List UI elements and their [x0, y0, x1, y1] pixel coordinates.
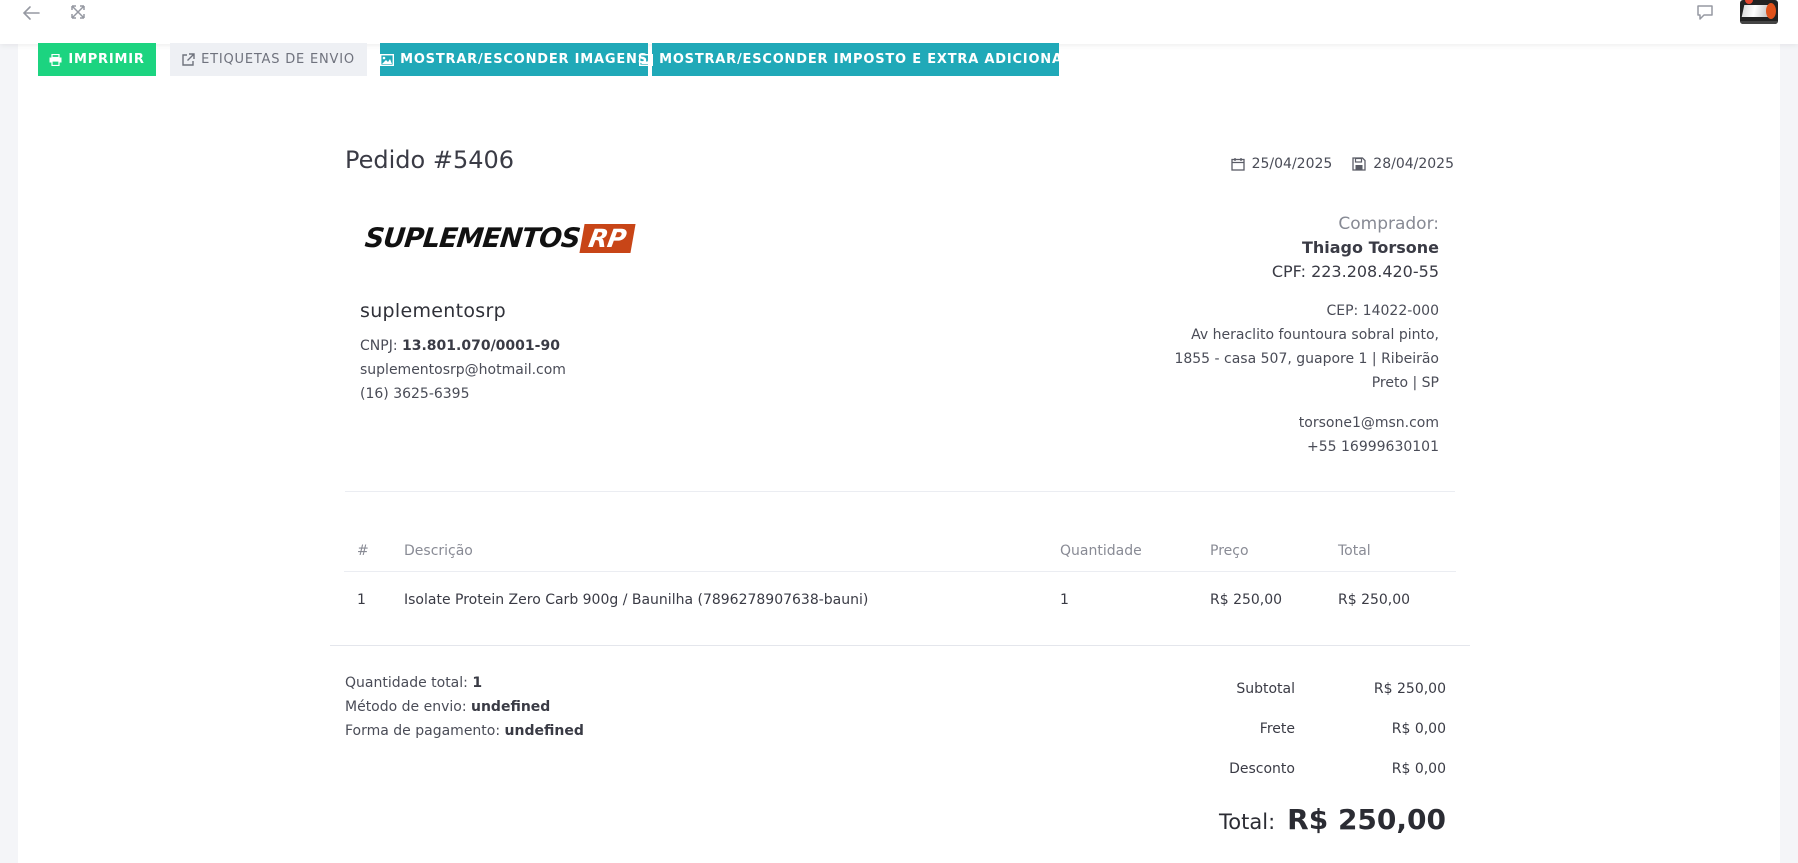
store-cnpj: CNPJ: 13.801.070/0001-90 [360, 338, 560, 354]
buyer-contact: torsone1@msn.com +55 16999630101 [1299, 411, 1439, 459]
total-value: R$ 250,00 [1287, 803, 1446, 836]
print-label: IMPRIMIR [68, 52, 145, 67]
divider [345, 491, 1455, 492]
total-label: Total: [1219, 810, 1276, 834]
date-saved: 28/04/2025 [1373, 156, 1454, 172]
col-number: # [357, 542, 369, 559]
subtotal-row: Subtotal R$ 250,00 [1135, 681, 1446, 697]
toolbar: IMPRIMIR ETIQUETAS DE ENVIO MOSTRAR/ESCO… [38, 43, 1071, 76]
shipping-labels-label: ETIQUETAS DE ENVIO [201, 52, 355, 67]
row-number: 1 [357, 591, 366, 608]
image-icon [639, 53, 654, 66]
shipping-labels-button[interactable]: ETIQUETAS DE ENVIO [170, 43, 367, 76]
avatar[interactable] [1740, 0, 1778, 24]
col-quantity: Quantidade [1060, 542, 1142, 559]
divider [330, 645, 1470, 646]
logo-text: SUPLEMENTOS [363, 223, 582, 254]
address-line: Av heraclito fountoura sobral pinto, [1191, 327, 1439, 343]
print-button[interactable]: IMPRIMIR [38, 43, 156, 76]
chat-icon[interactable] [1694, 1, 1716, 23]
discount-row: Desconto R$ 0,00 [1135, 761, 1446, 777]
toggle-images-button[interactable]: MOSTRAR/ESCONDER IMAGENS [380, 43, 648, 76]
external-link-icon [182, 53, 195, 66]
toggle-images-label: MOSTRAR/ESCONDER IMAGENS [400, 52, 648, 67]
order-summary: Quantidade total: 1 Método de envio: und… [345, 671, 584, 743]
row-quantity: 1 [1060, 591, 1069, 608]
printer-icon [49, 53, 62, 66]
order-title: Pedido #5406 [345, 146, 515, 174]
address-line: Preto | SP [1371, 375, 1439, 391]
table-header: # Descrição Quantidade Preço Total [344, 530, 1456, 572]
expand-icon[interactable] [67, 1, 89, 23]
image-icon [380, 53, 395, 66]
discount-label: Desconto [1229, 761, 1295, 777]
invoice-panel [18, 44, 1780, 863]
address-line: 1855 - casa 507, guapore 1 | Ribeirão [1174, 351, 1439, 367]
table-row: 1 Isolate Protein Zero Carb 900g / Bauni… [344, 572, 1456, 627]
toggle-tax-button[interactable]: MOSTRAR/ESCONDER IMPOSTO E EXTRA ADICION… [639, 43, 1071, 76]
store-name: suplementosrp [360, 300, 506, 322]
buyer-cep: CEP: 14022-000 [1326, 303, 1439, 319]
col-description: Descrição [404, 542, 473, 559]
store-email: suplementosrp@hotmail.com [360, 362, 566, 378]
col-price: Preço [1210, 542, 1249, 559]
buyer-block: Comprador: Thiago Torsone CPF: 223.208.4… [1272, 212, 1439, 284]
date-created: 25/04/2025 [1251, 156, 1333, 172]
total-quantity: Quantidade total: 1 [345, 675, 483, 691]
calendar-icon [1230, 157, 1245, 171]
shipping-method: Método de envio: undefined [345, 699, 551, 715]
buyer-email: torsone1@msn.com [1298, 415, 1439, 431]
subtotal-label: Subtotal [1236, 681, 1295, 697]
cnpj-value: 13.801.070/0001-90 [402, 338, 560, 354]
row-total: R$ 250,00 [1338, 591, 1411, 608]
buyer-phone: +55 16999630101 [1307, 439, 1439, 455]
freight-value: R$ 0,00 [1391, 721, 1446, 737]
order-dates: 25/04/2025 28/04/2025 [1230, 156, 1454, 172]
items-table: # Descrição Quantidade Preço Total 1 Iso… [344, 530, 1456, 627]
top-bar [0, 0, 1798, 44]
row-price: R$ 250,00 [1210, 591, 1283, 608]
freight-row: Frete R$ 0,00 [1135, 721, 1446, 737]
freight-label: Frete [1259, 721, 1295, 737]
buyer-label: Comprador: [1338, 214, 1439, 234]
store-info: CNPJ: 13.801.070/0001-90 suplementosrp@h… [360, 334, 566, 406]
save-icon [1352, 157, 1366, 171]
buyer-cpf: CPF: 223.208.420-55 [1271, 262, 1439, 281]
subtotal-value: R$ 250,00 [1373, 681, 1446, 697]
row-description: Isolate Protein Zero Carb 900g / Baunilh… [404, 591, 869, 608]
buyer-name: Thiago Torsone [1301, 238, 1439, 257]
store-logo: SUPLEMENTOS RP [363, 223, 635, 254]
payment-method: Forma de pagamento: undefined [345, 723, 584, 739]
logo-badge: RP [578, 224, 635, 253]
arrow-left-icon[interactable] [20, 2, 42, 24]
buyer-address: CEP: 14022-000 Av heraclito fountoura so… [1174, 299, 1439, 395]
grand-total: Total: R$ 250,00 [1219, 803, 1446, 836]
discount-value: R$ 0,00 [1391, 761, 1446, 777]
store-phone: (16) 3625-6395 [360, 386, 470, 402]
col-total: Total [1338, 542, 1371, 559]
toggle-tax-label: MOSTRAR/ESCONDER IMPOSTO E EXTRA ADICION… [659, 52, 1072, 67]
